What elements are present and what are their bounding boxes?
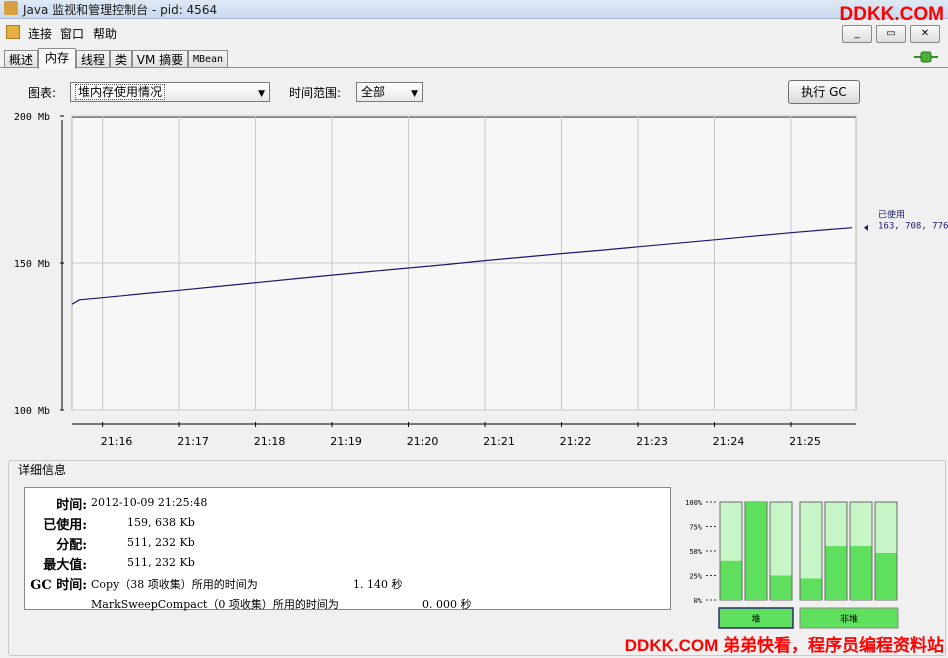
- last-value-number: 163, 708, 776: [878, 222, 948, 232]
- detail-key: 已使用:: [43, 518, 87, 533]
- chevron-down-icon: ▼: [258, 89, 265, 99]
- tab-mbean[interactable]: MBean: [188, 50, 228, 68]
- heap-bar-fill: [720, 560, 742, 600]
- window-title: Java 监视和管理控制台 - pid: 4564: [23, 3, 218, 17]
- last-value-marker: [864, 224, 868, 231]
- detail-gc-time: 1. 140 秒: [353, 578, 403, 591]
- nonheap-bar-fill: [875, 552, 897, 600]
- detail-key: 最大值:: [43, 558, 87, 573]
- detail-value: 511, 232 Kb: [127, 556, 195, 569]
- chart-select-value: 堆内存使用情况: [75, 84, 166, 100]
- detail-key: 时间:: [56, 498, 87, 513]
- detail-value: 159, 638 Kb: [127, 516, 195, 529]
- tab-memory[interactable]: 内存: [38, 48, 76, 69]
- tab-classes[interactable]: 类: [110, 50, 132, 68]
- detail-value: 2012-10-09 21:25:48: [91, 496, 208, 509]
- y-tick-label: 150 Mb: [14, 259, 50, 270]
- connection-plug-icon: [914, 51, 938, 63]
- inner-window-icon: [6, 25, 20, 39]
- nonheap-bar-fill: [850, 546, 872, 600]
- detail-key: 分配:: [56, 538, 87, 553]
- x-tick-label: 21:19: [330, 435, 362, 448]
- window-buttons: _ ▭ ✕: [838, 25, 940, 43]
- tab-vm-summary[interactable]: VM 摘要: [132, 50, 188, 68]
- pool-y-tick-label: 100%: [685, 499, 703, 507]
- x-tick-label: 21:17: [177, 435, 209, 448]
- tab-overview[interactable]: 概述: [4, 50, 38, 68]
- tab-threads[interactable]: 线程: [76, 50, 110, 68]
- detail-value: Copy（38 项收集）所用的时间为: [91, 578, 258, 591]
- heap-selector-label: 堆: [751, 614, 760, 625]
- pool-y-tick-label: 25%: [689, 573, 702, 581]
- nonheap-selector-label: 非堆: [840, 613, 858, 625]
- range-select[interactable]: 全部 ▼: [356, 82, 423, 102]
- pool-y-tick-label: 0%: [694, 597, 703, 605]
- menu-window[interactable]: 窗口: [60, 25, 84, 42]
- details-box: 时间: 2012-10-09 21:25:48 已使用: 159, 638 Kb 分配:…: [24, 487, 671, 611]
- x-tick-label: 21:24: [713, 435, 745, 448]
- menu-connect[interactable]: 连接: [28, 25, 52, 42]
- y-tick-label: 100 Mb: [14, 406, 50, 417]
- detail-gc-time: 0. 000 秒: [422, 598, 472, 611]
- details-title: 详细信息: [16, 461, 69, 478]
- java-app-icon: [4, 1, 18, 15]
- nonheap-bar-fill: [825, 546, 847, 600]
- x-tick-label: 21:22: [560, 435, 592, 448]
- watermark-bottom: DDKK.COM 弟弟快看，程序员编程资料站: [624, 636, 944, 655]
- pool-y-tick-label: 75%: [689, 524, 702, 532]
- nonheap-bar-fill: [800, 578, 822, 600]
- x-tick-label: 21:21: [483, 435, 515, 448]
- x-tick-label: 21:25: [789, 435, 821, 448]
- menu-help[interactable]: 帮助: [93, 25, 117, 42]
- chart-select[interactable]: 堆内存使用情况 ▼: [70, 82, 270, 102]
- heap-bar-fill: [745, 502, 767, 600]
- chart-label: 图表:: [28, 86, 57, 100]
- heap-bar-fill: [770, 575, 792, 600]
- x-tick-label: 21:16: [101, 435, 133, 448]
- x-tick-label: 21:20: [407, 435, 439, 448]
- heap-usage-chart: 21:16 21:17 21:18 21:19 21:20 21:21 21:22 21:23…: [14, 112, 948, 448]
- detail-value: 511, 232 Kb: [127, 536, 195, 549]
- pool-y-tick-label: 50%: [689, 548, 702, 556]
- last-value-series-label: 已使用: [878, 209, 905, 221]
- x-tick-label: 21:23: [636, 435, 668, 448]
- detail-key: GC 时间:: [30, 578, 87, 593]
- range-select-value: 全部: [361, 85, 386, 99]
- tab-divider: [0, 67, 948, 68]
- restore-button[interactable]: ▭: [876, 25, 906, 43]
- range-label: 时间范围:: [289, 86, 342, 100]
- menu-bar: 连接 窗口 帮助: [0, 22, 948, 42]
- close-button[interactable]: ✕: [910, 25, 940, 43]
- x-tick-label: 21:18: [254, 435, 286, 448]
- title-bar: Java 监视和管理控制台 - pid: 4564: [0, 0, 948, 19]
- detail-value: MarkSweepCompact（0 项收集）所用的时间为: [91, 598, 339, 611]
- y-tick-label: 200 Mb: [14, 112, 50, 123]
- minimize-button[interactable]: _: [842, 25, 872, 43]
- perform-gc-button[interactable]: 执行 GC: [788, 80, 860, 104]
- memory-pool-bars: 100% 75% 50% 25% 0% 堆 非堆: [685, 499, 899, 629]
- chevron-down-icon: ▼: [411, 89, 418, 99]
